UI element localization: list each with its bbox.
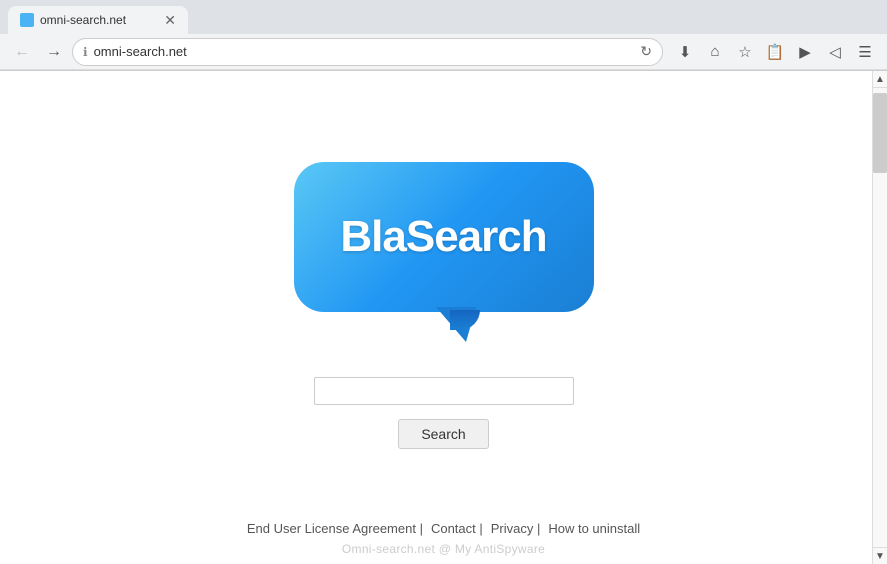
refresh-button[interactable]: ↻	[640, 43, 652, 60]
sidebar-button[interactable]: ◁	[821, 38, 849, 66]
home-button[interactable]: ⌂	[701, 38, 729, 66]
active-tab[interactable]: omni-search.net ✕	[8, 6, 188, 34]
readinglist-button[interactable]: 📋	[761, 38, 789, 66]
address-bar-container: ℹ ↻	[72, 38, 663, 66]
browser-chrome: omni-search.net ✕ ← → ℹ ↻ ⬇ ⌂ ☆ 📋 ▶ ◁ ☰	[0, 0, 887, 71]
info-icon: ℹ	[83, 45, 88, 59]
tab-title: omni-search.net	[40, 13, 126, 27]
page-content: ▲ ▼ BlaSearch Search End User License Ag…	[0, 71, 887, 564]
download-button[interactable]: ⬇	[671, 38, 699, 66]
scrollbar-thumb[interactable]	[873, 93, 887, 173]
logo-container: BlaSearch	[284, 147, 604, 327]
scrollbar: ▲ ▼	[872, 71, 887, 564]
logo-bubble: BlaSearch	[294, 162, 594, 312]
back-button[interactable]: ←	[8, 38, 36, 66]
search-input[interactable]	[314, 377, 574, 405]
watermark: Omni-search.net @ My AntiSpyware	[342, 542, 545, 556]
star-button[interactable]: ☆	[731, 38, 759, 66]
tab-favicon	[20, 13, 34, 27]
scrollbar-down-button[interactable]: ▼	[873, 547, 887, 564]
address-input[interactable]	[94, 44, 635, 59]
search-button[interactable]: Search	[398, 419, 488, 449]
nav-icons: ⬇ ⌂ ☆ 📋 ▶ ◁ ☰	[671, 38, 879, 66]
logo-text: BlaSearch	[340, 212, 546, 262]
forward-button[interactable]: →	[40, 38, 68, 66]
nav-bar: ← → ℹ ↻ ⬇ ⌂ ☆ 📋 ▶ ◁ ☰	[0, 34, 887, 70]
main-area: BlaSearch Search	[8, 71, 880, 564]
search-area: Search	[314, 377, 574, 449]
menu-button[interactable]: ☰	[851, 38, 879, 66]
tab-bar: omni-search.net ✕	[0, 0, 887, 34]
scrollbar-track	[873, 88, 887, 547]
scrollbar-up-button[interactable]: ▲	[873, 71, 887, 88]
tab-close-button[interactable]: ✕	[164, 12, 176, 29]
pocket-button[interactable]: ▶	[791, 38, 819, 66]
